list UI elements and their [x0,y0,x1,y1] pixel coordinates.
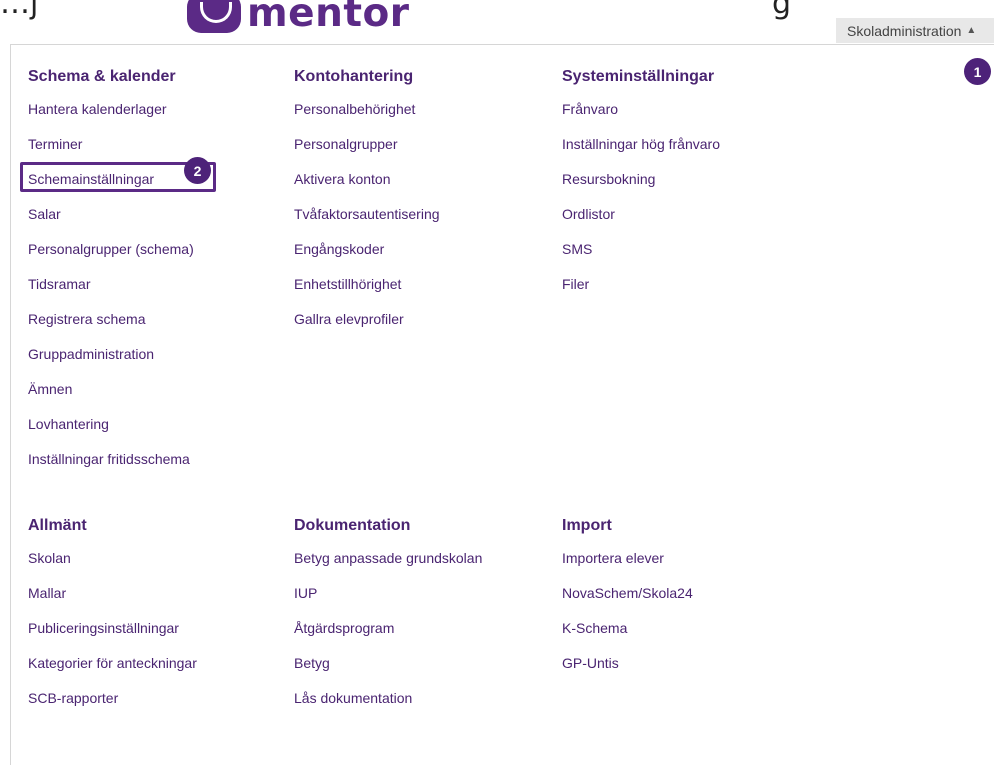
menu-item-personalbehorighet[interactable]: Personalbehörighet [294,92,440,127]
menu-item-franvaro[interactable]: Frånvaro [562,92,720,127]
menu-item-lovhantering[interactable]: Lovhantering [28,407,194,442]
skoladministration-dropdown[interactable]: Skoladministration ▲ [836,18,994,43]
menu-item-gruppadministration[interactable]: Gruppadministration [28,337,194,372]
menu-item-betyg-anpassade-grundskolan[interactable]: Betyg anpassade grundskolan [294,541,482,576]
section-heading: Schema & kalender [28,68,176,85]
section-items: Personalbehörighet Personalgrupper Aktiv… [294,92,440,337]
menu-item-skolan[interactable]: Skolan [28,541,197,576]
menu-item-hantera-kalenderlager[interactable]: Hantera kalenderlager [28,92,194,127]
section-schema-kalender: Schema & kalender Hantera kalenderlager … [28,67,194,477]
menu-item-iup[interactable]: IUP [294,576,482,611]
section-heading: Import [562,517,612,534]
menu-item-personalgrupper[interactable]: Personalgrupper [294,127,440,162]
menu-item-enhetstillhorighet[interactable]: Enhetstillhörighet [294,267,440,302]
menu-item-tvafaktorsautentisering[interactable]: Tvåfaktorsautentisering [294,197,440,232]
menu-item-importera-elever[interactable]: Importera elever [562,541,693,576]
clipped-top-text-left: …j [0,0,39,21]
menu-item-ordlistor[interactable]: Ordlistor [562,197,720,232]
menu-item-las-dokumentation[interactable]: Lås dokumentation [294,681,482,716]
section-heading: Dokumentation [294,517,411,534]
menu-item-installningar-fritidsschema[interactable]: Inställningar fritidsschema [28,442,194,477]
menu-item-engangskoder[interactable]: Engångskoder [294,232,440,267]
step-badge-2: 2 [184,157,211,184]
menu-item-kategorier-for-anteckningar[interactable]: Kategorier för anteckningar [28,646,197,681]
menu-item-filer[interactable]: Filer [562,267,720,302]
section-kontohantering: Kontohantering Personalbehörighet Person… [294,67,440,337]
section-import: Import Importera elever NovaSchem/Skola2… [562,516,693,681]
step-badge-1: 1 [964,58,991,85]
clipped-top-text-right: g [772,0,792,21]
menu-item-gallra-elevprofiler[interactable]: Gallra elevprofiler [294,302,440,337]
mentor-logo-text: mentor [247,0,410,36]
section-heading: Kontohantering [294,68,414,85]
menu-item-gp-untis[interactable]: GP-Untis [562,646,693,681]
section-items: Importera elever NovaSchem/Skola24 K-Sch… [562,541,693,681]
menu-item-amnen[interactable]: Ämnen [28,372,194,407]
menu-item-registrera-schema[interactable]: Registrera schema [28,302,194,337]
section-items: Skolan Mallar Publiceringsinställningar … [28,541,197,716]
menu-item-installningar-hog-franvaro[interactable]: Inställningar hög frånvaro [562,127,720,162]
menu-item-publiceringsinstallningar[interactable]: Publiceringsinställningar [28,611,197,646]
mentor-logo[interactable]: mentor [187,0,410,38]
caret-up-icon: ▲ [966,25,977,36]
menu-item-tidsramar[interactable]: Tidsramar [28,267,194,302]
section-allmant: Allmänt Skolan Mallar Publiceringsinstäl… [28,516,197,716]
section-items: Frånvaro Inställningar hög frånvaro Resu… [562,92,720,302]
dropdown-label: Skoladministration [847,22,962,39]
section-items: Betyg anpassade grundskolan IUP Åtgärdsp… [294,541,482,716]
section-items: Hantera kalenderlager Terminer Schemains… [28,92,194,477]
section-systeminstallningar: Systeminställningar Frånvaro Inställning… [562,67,720,302]
menu-item-betyg[interactable]: Betyg [294,646,482,681]
menu-item-novaschem-skola24[interactable]: NovaSchem/Skola24 [562,576,693,611]
menu-item-terminer[interactable]: Terminer [28,127,194,162]
menu-item-resursbokning[interactable]: Resursbokning [562,162,720,197]
menu-item-mallar[interactable]: Mallar [28,576,197,611]
menu-item-aktivera-konton[interactable]: Aktivera konton [294,162,440,197]
menu-item-personalgrupper-schema[interactable]: Personalgrupper (schema) [28,232,194,267]
menu-item-scb-rapporter[interactable]: SCB-rapporter [28,681,197,716]
menu-item-atgardsprogram[interactable]: Åtgärdsprogram [294,611,482,646]
menu-item-k-schema[interactable]: K-Schema [562,611,693,646]
mentor-logo-icon [187,0,241,33]
menu-item-salar[interactable]: Salar [28,197,194,232]
section-dokumentation: Dokumentation Betyg anpassade grundskola… [294,516,482,716]
section-heading: Systeminställningar [562,68,715,85]
section-heading: Allmänt [28,517,87,534]
menu-item-sms[interactable]: SMS [562,232,720,267]
